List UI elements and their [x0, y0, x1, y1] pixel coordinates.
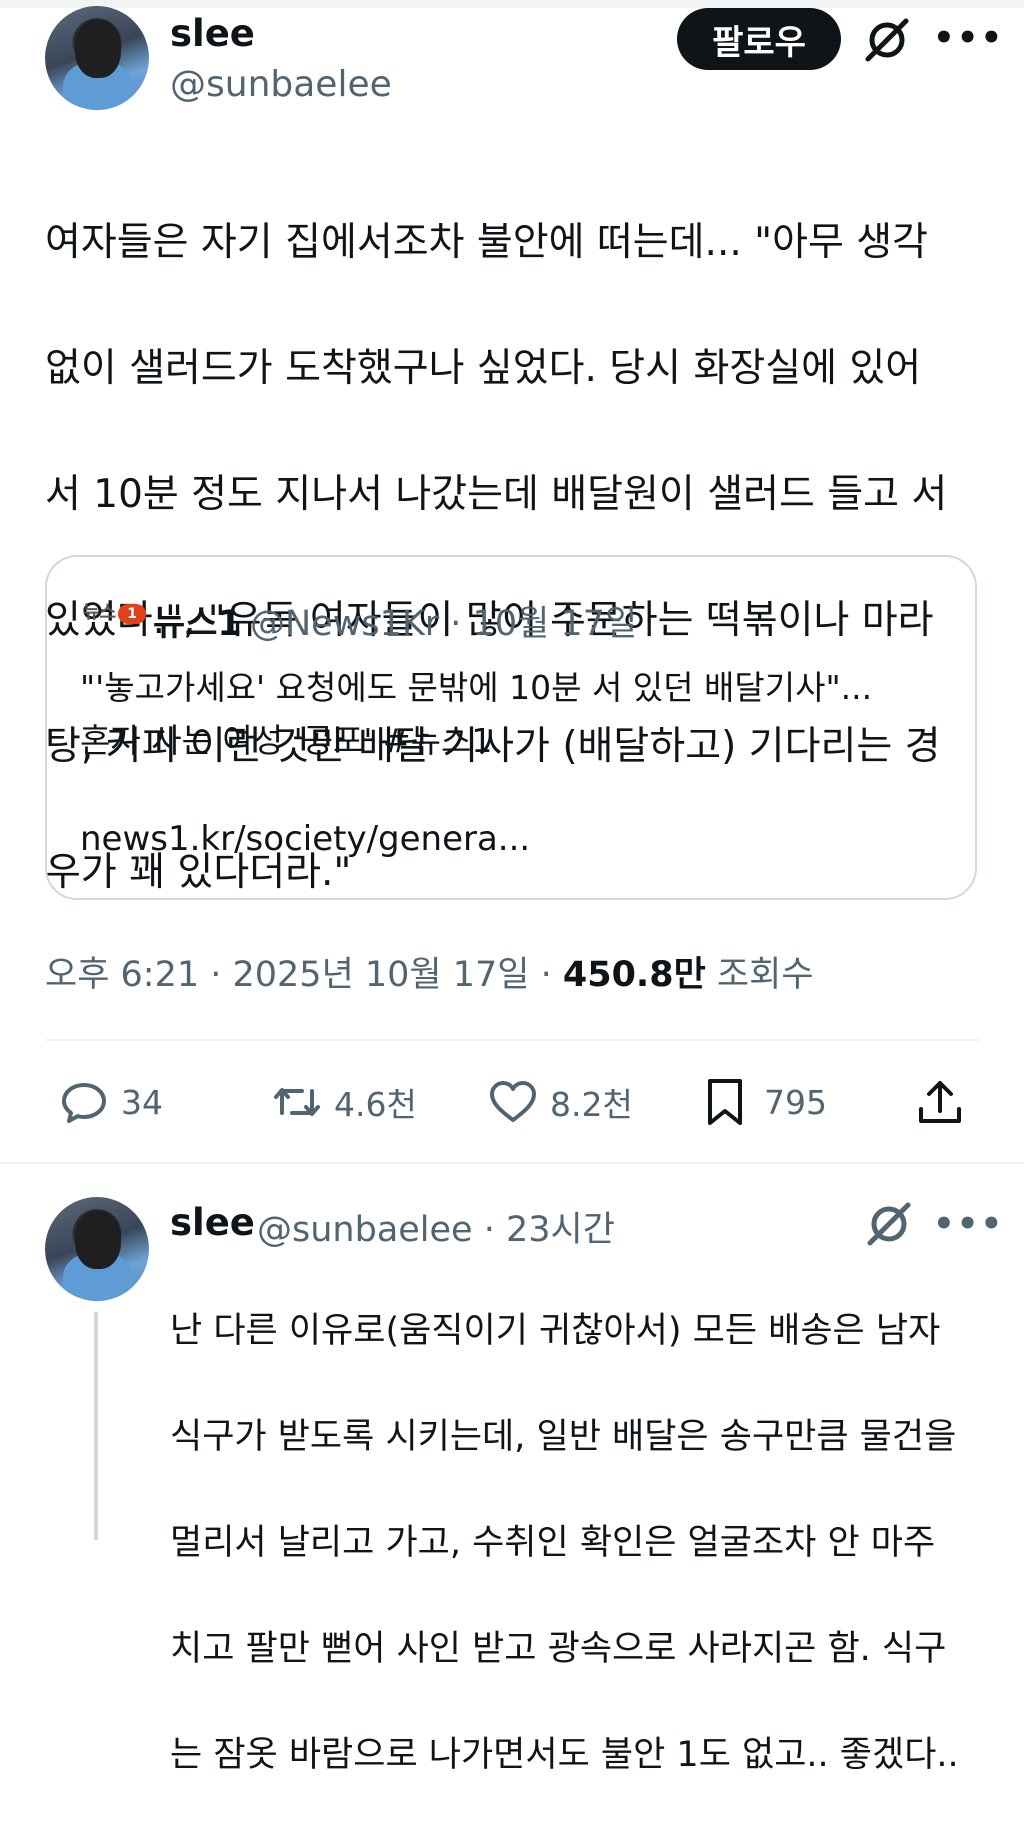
tweet-text-line: 없이 샐러드가 도착했구나 싶었다. 당시 화장실에 있어 [45, 346, 922, 391]
quoted-tweet-card[interactable]: 뉴스 1 뉴스1 @News1Kr · 10월 17일 "'놓고가세요' 요청에도… [45, 555, 977, 900]
view-count: 450.8만 [562, 955, 706, 995]
bookmark-icon [708, 1079, 742, 1125]
follow-button[interactable]: 팔로우 [677, 8, 841, 70]
reply-count: 34 [121, 1082, 163, 1122]
avatar[interactable] [45, 6, 149, 110]
reply-text-line: 식구가 받도록 시키는데, 일반 배달은 송구만큼 물건을 [170, 1417, 957, 1457]
share-button[interactable] [913, 1075, 977, 1129]
quoted-text-line: "'놓고가세요' 요청에도 문밖에 10분 서 있던 배달기사"... [80, 668, 873, 707]
reply-button[interactable]: 34 [57, 1075, 163, 1129]
top-bar-edge [0, 0, 1024, 8]
reply-text: 난 다른 이유로(움직이기 귀찮아서) 모든 배송은 남자 식구가 받도록 시키… [170, 1252, 990, 1835]
news1-logo-badge: 1 [118, 604, 147, 624]
timestamp[interactable]: 오후 6:21 · 2025년 10월 17일 · [45, 955, 563, 995]
reply-text-line: 난 다른 이유로(움직이기 귀찮아서) 모든 배송은 남자 [170, 1311, 941, 1351]
display-name[interactable]: slee [170, 12, 255, 55]
divider [45, 1039, 980, 1041]
divider [0, 1162, 1024, 1164]
quoted-text: "'놓고가세요' 요청에도 문밖에 10분 서 있던 배달기사"... 혼자 사… [80, 661, 950, 767]
quoted-display-name: 뉴스1 [153, 604, 242, 644]
reply-text-line: 치고 팔만 뻗어 사인 받고 광속으로 사라지곤 함. 식구 [170, 1629, 947, 1669]
avatar[interactable] [45, 1197, 149, 1301]
retweet-icon [274, 1088, 320, 1116]
bookmark-button[interactable]: 795 [700, 1075, 827, 1129]
reply-handle-time[interactable]: @sunbaelee · 23시간 [257, 1201, 615, 1252]
like-icon [490, 1081, 536, 1122]
quoted-link[interactable]: news1.kr/society/genera... [80, 819, 530, 859]
news1-logo-text: 뉴스 [83, 602, 117, 623]
tweet-text-line: 여자들은 자기 집에서조차 불안에 떠는데... "아무 생각 [45, 220, 928, 265]
like-button[interactable]: 8.2천 [486, 1075, 633, 1129]
bookmark-count: 795 [764, 1082, 827, 1122]
views-label: 조회수 [705, 955, 814, 995]
share-icon [919, 1081, 961, 1123]
more-icon[interactable]: ••• [933, 18, 1004, 58]
tweet-text-line: 서 10분 정도 지나서 나갔는데 배달원이 샐러드 들고 서 [45, 472, 948, 517]
retweet-count: 4.6천 [334, 1085, 417, 1124]
news1-logo: 뉴스 1 [81, 601, 147, 624]
like-count: 8.2천 [550, 1085, 633, 1124]
more-icon[interactable]: ••• [933, 1204, 1004, 1244]
grok-icon[interactable] [862, 15, 912, 65]
thread-line [94, 1312, 98, 1540]
grok-icon[interactable] [864, 1199, 914, 1249]
reply-text-line: 멀리서 날리고 가고, 수취인 확인은 얼굴조차 안 마주 [170, 1523, 936, 1563]
tweet-meta: 오후 6:21 · 2025년 10월 17일 · 450.8만 조회수 [45, 946, 814, 997]
handle[interactable]: @sunbaelee [170, 64, 392, 105]
reply-icon [62, 1083, 106, 1123]
quoted-handle-date: @News1Kr · 10월 17일 [250, 604, 638, 644]
quoted-text-line: 혼자 사는 여성 '공포' #뉴스1 [80, 721, 493, 760]
reply-text-line: 는 잠옷 바람으로 나가면서도 불안 1도 없고.. 좋겠다.. [170, 1735, 959, 1775]
reply-display-name[interactable]: slee [170, 1201, 255, 1244]
retweet-button[interactable]: 4.6천 [270, 1075, 417, 1129]
